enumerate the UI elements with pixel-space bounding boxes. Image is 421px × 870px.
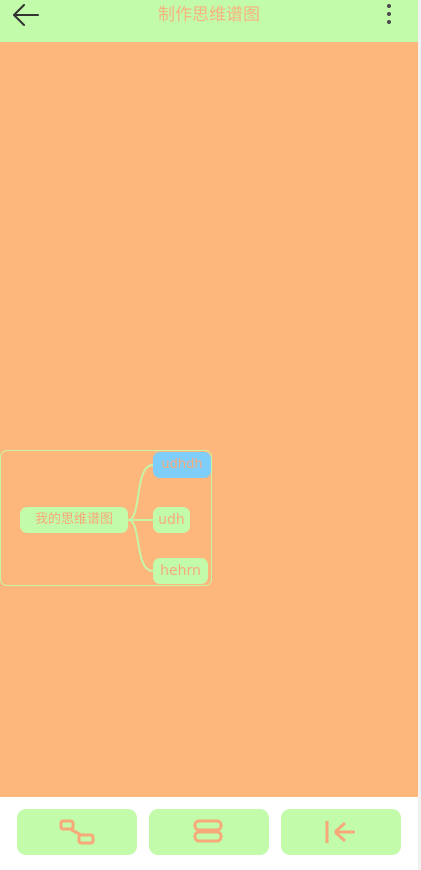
mindmap-child-node[interactable]: hehrn <box>153 558 208 584</box>
collapse-to-left-button[interactable] <box>281 809 401 855</box>
add-sibling-node-button[interactable] <box>17 809 137 855</box>
mindmap-root-node[interactable]: 我的思维谱图 <box>20 507 128 533</box>
more-options-button[interactable] <box>381 2 397 28</box>
add-child-node-icon <box>193 819 223 843</box>
page-title: 制作思维谱图 <box>158 5 260 25</box>
mindmap-child-node-selected[interactable]: udhdh <box>153 452 211 478</box>
collapse-to-left-icon <box>325 821 355 843</box>
top-app-bar: 制作思维谱图 <box>0 0 418 42</box>
mindmap-child-node[interactable]: udh <box>153 507 190 533</box>
app-window: 制作思维谱图 我的思维谱图 udhdh udh hehrn <box>0 0 421 870</box>
add-sibling-node-icon <box>59 819 95 845</box>
mindmap-canvas[interactable] <box>0 42 418 797</box>
add-child-node-button[interactable] <box>149 809 269 855</box>
bottom-toolbar <box>0 797 418 870</box>
